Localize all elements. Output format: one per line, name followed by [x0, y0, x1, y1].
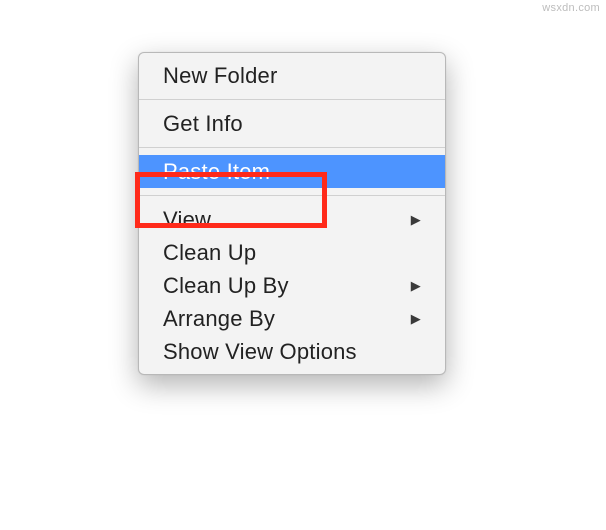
- submenu-arrow-icon: ▶: [411, 203, 421, 236]
- menu-item-clean-up[interactable]: Clean Up: [139, 236, 445, 269]
- menu-label: Show View Options: [163, 335, 357, 368]
- context-menu: New Folder Get Info Paste Item View ▶ Cl…: [138, 52, 446, 375]
- menu-label: Paste Item: [163, 155, 270, 188]
- menu-label: Clean Up By: [163, 269, 289, 302]
- menu-label: Arrange By: [163, 302, 275, 335]
- menu-item-arrange-by[interactable]: Arrange By ▶: [139, 302, 445, 335]
- menu-item-clean-up-by[interactable]: Clean Up By ▶: [139, 269, 445, 302]
- menu-item-show-view-options[interactable]: Show View Options: [139, 335, 445, 368]
- menu-label: Clean Up: [163, 236, 256, 269]
- menu-separator: [139, 99, 445, 100]
- submenu-arrow-icon: ▶: [411, 269, 421, 302]
- menu-item-view[interactable]: View ▶: [139, 203, 445, 236]
- menu-item-get-info[interactable]: Get Info: [139, 107, 445, 140]
- menu-label: Get Info: [163, 107, 243, 140]
- menu-item-new-folder[interactable]: New Folder: [139, 59, 445, 92]
- menu-separator: [139, 147, 445, 148]
- menu-item-paste-item[interactable]: Paste Item: [139, 155, 445, 188]
- menu-label: New Folder: [163, 59, 277, 92]
- menu-separator: [139, 195, 445, 196]
- submenu-arrow-icon: ▶: [411, 302, 421, 335]
- watermark-text: wsxdn.com: [542, 2, 600, 14]
- menu-label: View: [163, 203, 211, 236]
